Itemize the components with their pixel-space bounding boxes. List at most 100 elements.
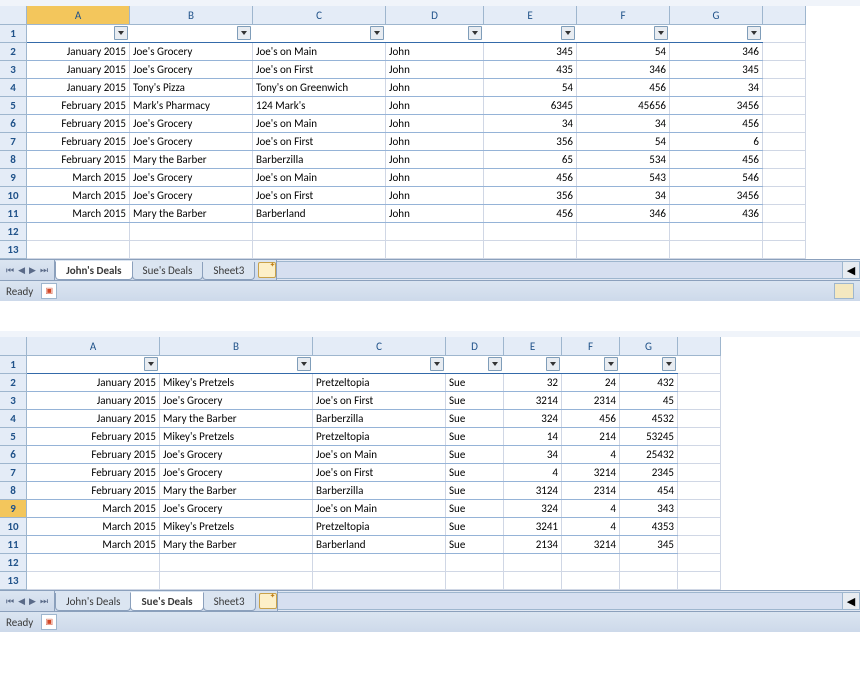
cell[interactable]: John — [386, 43, 484, 61]
cell[interactable]: Joe's Grocery — [130, 133, 253, 151]
cell[interactable]: 4353 — [620, 518, 678, 536]
filter-dropdown-icon[interactable] — [114, 26, 128, 40]
cell[interactable]: Mary the Barber — [160, 536, 313, 554]
cell[interactable]: 4 — [562, 518, 620, 536]
cell[interactable]: 3456 — [670, 187, 763, 205]
cell[interactable]: 3456 — [670, 97, 763, 115]
sheet-tab[interactable]: Sheet3 — [202, 262, 255, 280]
row-header[interactable]: 1 — [0, 25, 27, 43]
cell[interactable] — [763, 169, 806, 187]
table-header-cell[interactable]: Sprite Sales — [670, 25, 763, 43]
cell[interactable]: 6 — [670, 133, 763, 151]
cell[interactable]: 454 — [620, 482, 678, 500]
sheet-nav-buttons[interactable]: ⏮ ◀ ▶ ⏭ — [0, 591, 55, 611]
cell[interactable] — [763, 115, 806, 133]
cell[interactable]: February 2015 — [27, 482, 160, 500]
macro-record-icon[interactable]: ▣ — [41, 283, 57, 299]
column-header[interactable] — [763, 6, 806, 25]
cell[interactable]: Sue — [446, 446, 504, 464]
cell[interactable] — [763, 187, 806, 205]
cell[interactable]: 345 — [620, 536, 678, 554]
table-header-cell[interactable]: Subaccount — [253, 25, 386, 43]
cell[interactable]: Sue — [446, 518, 504, 536]
cell[interactable]: Sue — [446, 392, 504, 410]
cell[interactable]: January 2015 — [27, 392, 160, 410]
cell[interactable]: February 2015 — [27, 133, 130, 151]
filter-dropdown-icon[interactable] — [662, 357, 676, 371]
cell[interactable]: 34 — [670, 79, 763, 97]
cell[interactable] — [678, 374, 721, 392]
column-header[interactable]: A — [27, 337, 160, 356]
cell[interactable] — [577, 241, 670, 259]
cell[interactable]: February 2015 — [27, 446, 160, 464]
cell[interactable]: January 2015 — [27, 43, 130, 61]
cell[interactable]: 45656 — [577, 97, 670, 115]
cell[interactable]: 435 — [484, 61, 577, 79]
cell[interactable]: Pretzeltopia — [313, 518, 446, 536]
row-header[interactable]: 11 — [0, 205, 27, 223]
cell[interactable]: Joe's on Main — [253, 43, 386, 61]
cell[interactable]: John — [386, 133, 484, 151]
table-header-cell[interactable]: Account — [130, 25, 253, 43]
cell[interactable] — [562, 572, 620, 590]
row-header[interactable]: 11 — [0, 536, 27, 554]
sheet-tab[interactable]: Sheet3 — [203, 593, 256, 611]
cell[interactable] — [763, 151, 806, 169]
column-header[interactable]: G — [670, 6, 763, 25]
cell[interactable]: Mark's Pharmacy — [130, 97, 253, 115]
table-header-cell[interactable]: Pepsi Sales — [484, 25, 577, 43]
cell[interactable]: 346 — [577, 61, 670, 79]
row-header[interactable]: 3 — [0, 61, 27, 79]
cell[interactable]: January 2015 — [27, 410, 160, 428]
cell[interactable] — [678, 536, 721, 554]
cell[interactable]: 124 Mark's — [253, 97, 386, 115]
table-header-cell[interactable]: Sprite S — [620, 356, 678, 374]
cell[interactable]: 2134 — [504, 536, 562, 554]
macro-record-icon[interactable]: ▣ — [41, 614, 57, 630]
new-sheet-button[interactable] — [258, 262, 276, 278]
cell[interactable]: 543 — [577, 169, 670, 187]
sheet-tab[interactable]: John's Deals — [55, 261, 132, 280]
cell[interactable] — [763, 25, 806, 43]
cell[interactable]: 356 — [484, 187, 577, 205]
column-header[interactable]: G — [620, 337, 678, 356]
row-header[interactable]: 13 — [0, 572, 27, 590]
row-header[interactable]: 8 — [0, 151, 27, 169]
nav-next-icon[interactable]: ▶ — [29, 265, 36, 276]
cell[interactable] — [27, 572, 160, 590]
cell[interactable]: Joe's Grocery — [130, 115, 253, 133]
cell[interactable] — [678, 554, 721, 572]
cell[interactable]: 214 — [562, 428, 620, 446]
cell[interactable]: John — [386, 205, 484, 223]
cell[interactable]: February 2015 — [27, 115, 130, 133]
cell[interactable] — [763, 241, 806, 259]
cell[interactable]: Barberland — [313, 536, 446, 554]
cell[interactable]: March 2015 — [27, 536, 160, 554]
cell[interactable]: 534 — [577, 151, 670, 169]
horizontal-scrollbar[interactable]: ◀ — [276, 260, 860, 280]
cell[interactable]: Joe's on First — [313, 464, 446, 482]
cell[interactable] — [763, 133, 806, 151]
row-header[interactable]: 2 — [0, 374, 27, 392]
row-header[interactable]: 5 — [0, 428, 27, 446]
cell[interactable] — [763, 205, 806, 223]
cell[interactable]: 343 — [620, 500, 678, 518]
nav-prev-icon[interactable]: ◀ — [18, 265, 25, 276]
cell[interactable]: 345 — [670, 61, 763, 79]
cell[interactable]: 54 — [577, 133, 670, 151]
cell[interactable]: 356 — [484, 133, 577, 151]
cell[interactable]: 65 — [484, 151, 577, 169]
table-header-cell[interactable]: Month — [27, 25, 130, 43]
cell[interactable] — [313, 572, 446, 590]
cell[interactable] — [386, 241, 484, 259]
cell[interactable]: 324 — [504, 410, 562, 428]
cell[interactable] — [160, 554, 313, 572]
cell[interactable]: John — [386, 187, 484, 205]
cell[interactable] — [130, 223, 253, 241]
row-header[interactable]: 10 — [0, 518, 27, 536]
table-header-cell[interactable]: Coke Sa — [562, 356, 620, 374]
cell[interactable]: 3214 — [562, 464, 620, 482]
view-normal-button[interactable] — [834, 283, 854, 299]
row-header[interactable]: 8 — [0, 482, 27, 500]
filter-dropdown-icon[interactable] — [370, 26, 384, 40]
